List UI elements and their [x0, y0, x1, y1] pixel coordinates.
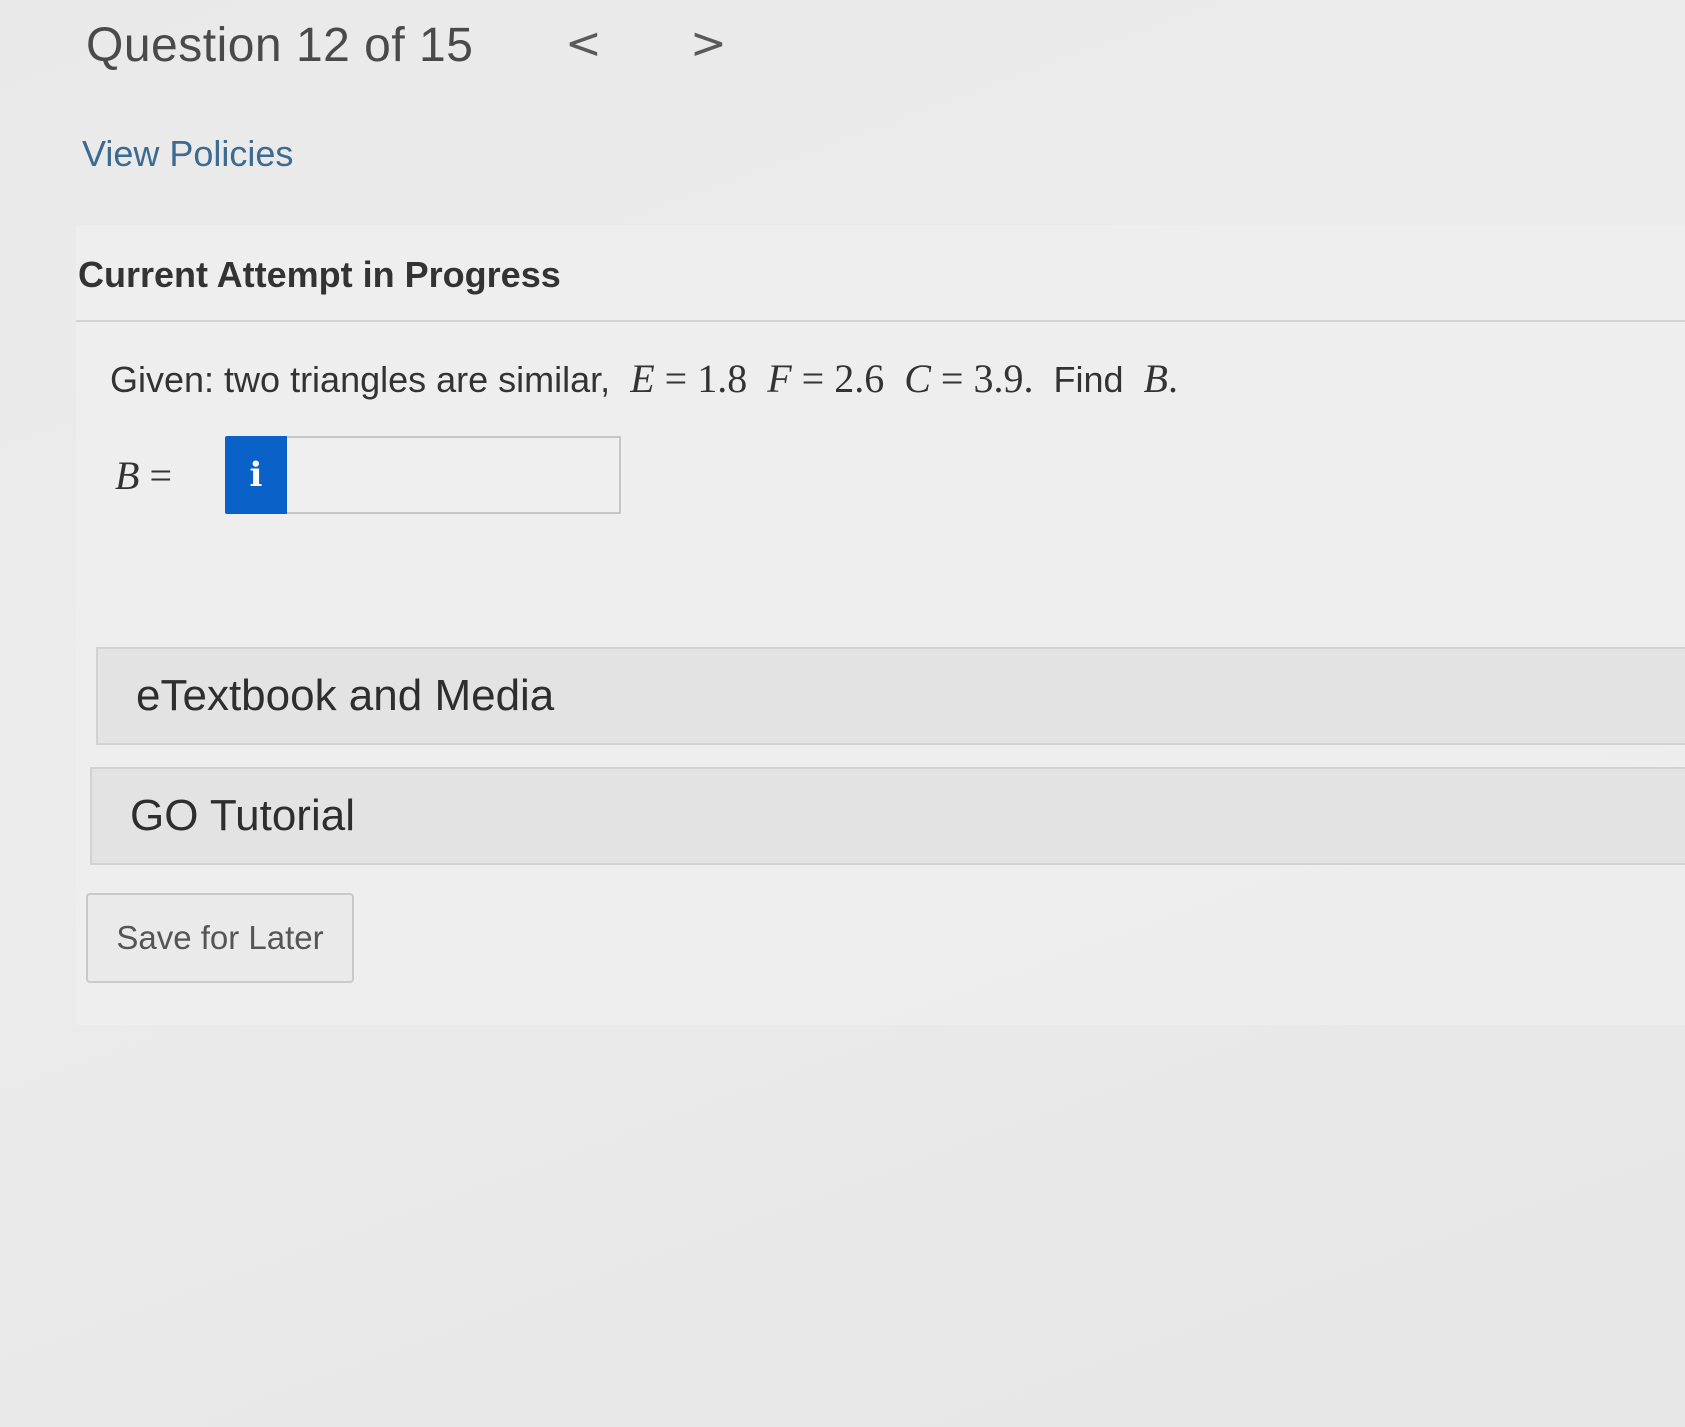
find-math: B.	[1134, 356, 1178, 401]
math-expression: E = 1.8 F = 2.6 C = 3.9.	[620, 356, 1043, 401]
question-prefix: Given: two triangles are similar,	[110, 359, 611, 400]
go-tutorial-section[interactable]: GO Tutorial	[90, 767, 1685, 865]
answer-var: B	[115, 452, 140, 498]
var-f: F	[767, 356, 792, 401]
var-c: C	[904, 356, 931, 401]
find-label: Find	[1053, 359, 1124, 400]
value-f: = 2.6	[801, 356, 885, 401]
value-e: = 1.8	[664, 356, 748, 401]
answer-input[interactable]	[287, 436, 621, 514]
etextbook-label: eTextbook and Media	[136, 671, 555, 720]
answer-label: B =	[115, 452, 225, 499]
answer-row: B = i	[115, 436, 621, 514]
question-prompt: Given: two triangles are similar, E = 1.…	[110, 355, 1178, 402]
chevron-left-icon[interactable]: <	[565, 18, 602, 69]
var-e: E	[630, 356, 655, 401]
question-header: Question 12 of 15	[86, 18, 473, 73]
answer-equals: =	[149, 452, 172, 498]
go-tutorial-label: GO Tutorial	[130, 791, 355, 840]
save-for-later-button[interactable]: Save for Later	[86, 893, 354, 983]
page: Question 12 of 15 < > View Policies Curr…	[0, 0, 1685, 1427]
find-period: .	[1167, 356, 1178, 401]
view-policies-link[interactable]: View Policies	[82, 133, 293, 175]
var-b: B	[1143, 356, 1168, 401]
info-glyph: i	[249, 455, 263, 495]
chevron-right-icon[interactable]: >	[690, 18, 727, 69]
attempt-heading: Current Attempt in Progress	[78, 254, 561, 295]
divider	[76, 320, 1685, 322]
info-icon[interactable]: i	[225, 436, 287, 514]
etextbook-and-media-section[interactable]: eTextbook and Media	[96, 647, 1685, 745]
question-counter: Question 12 of 15	[86, 19, 474, 72]
value-c: = 3.9.	[940, 356, 1034, 401]
